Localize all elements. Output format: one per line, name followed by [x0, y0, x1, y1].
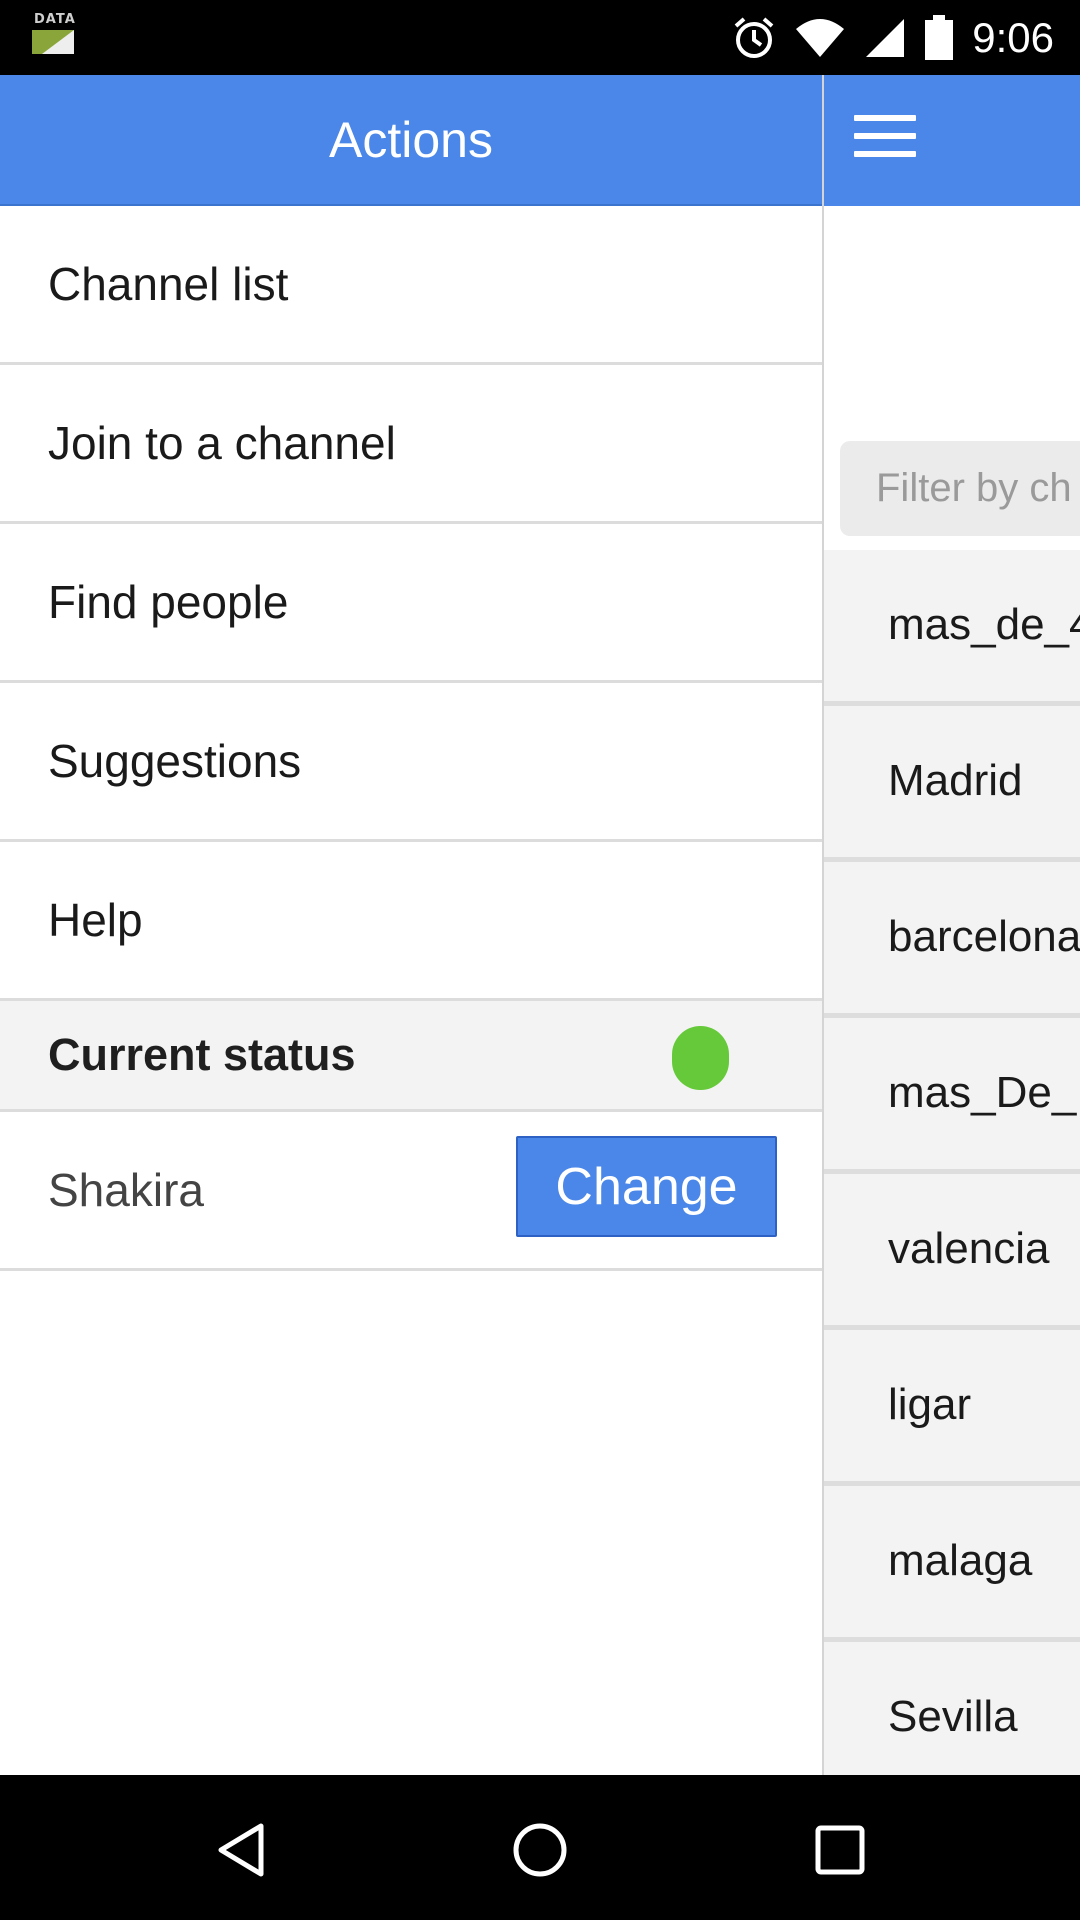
data-indicator-icon: DATA — [30, 12, 76, 56]
channel-list: mas_de_4 Madrid barcelona mas_De_ valenc… — [824, 550, 1080, 1798]
system-nav-bar — [0, 1775, 1080, 1920]
channel-item[interactable]: valencia — [824, 1174, 1080, 1330]
menu-item-find-people[interactable]: Find people — [0, 524, 822, 683]
menu-item-help[interactable]: Help — [0, 842, 822, 1001]
back-icon[interactable] — [196, 1805, 286, 1895]
hamburger-menu-icon[interactable] — [854, 115, 920, 165]
channel-item[interactable]: malaga — [824, 1486, 1080, 1642]
channel-item[interactable]: mas_de_4 — [824, 550, 1080, 706]
channel-item[interactable]: mas_De_ — [824, 1018, 1080, 1174]
main-content: Filter by ch mas_de_4 Madrid barcelona m… — [824, 75, 1080, 1798]
battery-icon — [925, 14, 954, 60]
actions-drawer: Actions Channel list Join to a channel F… — [0, 75, 824, 1775]
home-icon[interactable] — [495, 1805, 585, 1895]
cell-signal-icon — [866, 18, 905, 57]
alarm-icon — [734, 16, 774, 58]
current-status-row: Current status — [0, 1001, 822, 1112]
status-message-row: Shakira Change — [0, 1112, 822, 1271]
status-message: Shakira — [48, 1164, 204, 1216]
drawer-header: Actions — [0, 75, 822, 206]
filter-input[interactable]: Filter by ch — [840, 441, 1080, 536]
menu-item-join-channel[interactable]: Join to a channel — [0, 365, 822, 524]
drawer-title: Actions — [329, 111, 493, 168]
data-label: DATA — [34, 12, 76, 27]
status-bar: DATA 9:06 — [0, 0, 1080, 75]
online-status-indicator — [672, 1026, 729, 1090]
wifi-icon — [796, 18, 845, 57]
main-app-bar — [824, 75, 1080, 206]
recents-icon[interactable] — [795, 1805, 885, 1895]
change-status-button[interactable]: Change — [516, 1136, 777, 1237]
clock: 9:06 — [972, 13, 1054, 61]
channel-item[interactable]: Madrid — [824, 706, 1080, 862]
menu-item-suggestions[interactable]: Suggestions — [0, 683, 822, 842]
current-status-label: Current status — [48, 1029, 356, 1080]
menu-item-channel-list[interactable]: Channel list — [0, 206, 822, 365]
channel-item[interactable]: ligar — [824, 1330, 1080, 1486]
channel-item[interactable]: barcelona — [824, 862, 1080, 1018]
